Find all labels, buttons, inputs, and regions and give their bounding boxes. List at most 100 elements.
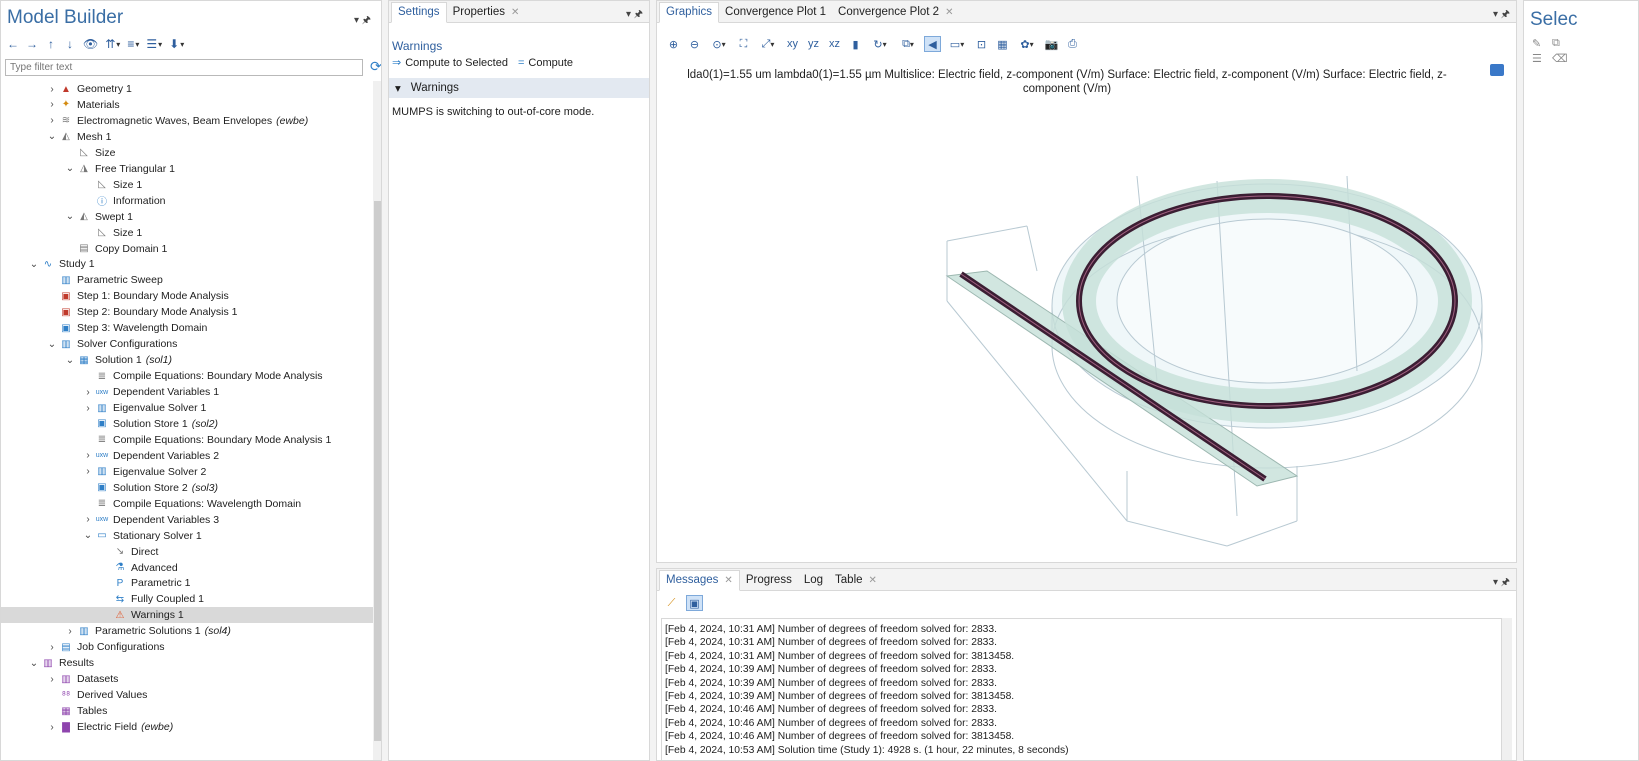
panel-menu-icon[interactable]: ▾ 🖈 xyxy=(1493,7,1510,24)
zoom-out-icon[interactable]: ⊖ xyxy=(686,36,703,52)
tree-node[interactable]: ≣ Compile Equations: Boundary Mode Analys… xyxy=(1,432,332,448)
tree-node[interactable]: ≣ Compile Equations: Boundary Mode Analys… xyxy=(1,368,323,384)
tree-node[interactable]: ⌄ ▦ Solution 1 (sol1) xyxy=(1,352,172,368)
tree-node[interactable]: ▤ Copy Domain 1 xyxy=(1,241,167,257)
tree-node[interactable]: › ▥ Eigenvalue Solver 1 xyxy=(1,400,206,416)
copy-icon[interactable]: ⧉ xyxy=(1552,37,1570,50)
arrow-down-icon[interactable]: ↓ xyxy=(62,35,78,53)
tree-node[interactable]: › uxw Dependent Variables 1 xyxy=(1,384,219,400)
scrollbar-thumb[interactable] xyxy=(374,201,381,741)
tree-node[interactable]: ▣ Solution Store 2 (sol3) xyxy=(1,480,218,496)
tree-filter-input[interactable] xyxy=(5,59,363,76)
chevron-right-icon[interactable]: › xyxy=(45,674,59,685)
chevron-down-icon[interactable]: ⌄ xyxy=(27,658,41,669)
tree-scrollbar[interactable] xyxy=(373,81,381,760)
tree-node[interactable]: ▣ Solution Store 1 (sol2) xyxy=(1,416,218,432)
chevron-right-icon[interactable]: › xyxy=(81,450,95,461)
arrow-left-icon[interactable]: ← xyxy=(5,35,21,53)
tree-node[interactable]: › ≋ Electromagnetic Waves, Beam Envelopes(… xyxy=(1,113,308,129)
tree-node[interactable]: ⇆ Fully Coupled 1 xyxy=(1,591,204,607)
chevron-right-icon[interactable]: › xyxy=(45,115,59,126)
tree-node[interactable]: ⌄ ◮ Free Triangular 1 xyxy=(1,161,175,177)
tree-node[interactable]: ⌄ ▥ Solver Configurations xyxy=(1,336,178,352)
refresh-icon[interactable]: ⟳ xyxy=(370,58,381,75)
tree-node[interactable]: ⚗ Advanced xyxy=(1,560,178,576)
panel-menu-icon[interactable]: ▾ 🖈 xyxy=(354,13,371,30)
close-icon[interactable]: ✕ xyxy=(511,7,519,18)
color-legend-icon[interactable] xyxy=(1490,64,1504,76)
tab-table[interactable]: Table ✕ xyxy=(829,571,883,590)
select-mode-icon[interactable]: ⧉ xyxy=(896,36,920,52)
grid-icon[interactable]: ▦ xyxy=(994,36,1011,52)
chevron-down-icon[interactable]: ⌄ xyxy=(63,211,77,222)
tree-node[interactable]: ▣ Step 1: Boundary Mode Analysis xyxy=(1,288,229,304)
compute-to-selected-button[interactable]: ⇒ Compute to Selected xyxy=(392,56,508,70)
chevron-right-icon[interactable]: › xyxy=(45,642,59,653)
print-icon[interactable]: ⎙ xyxy=(1064,36,1081,52)
tree-node[interactable]: ▣ Step 3: Wavelength Domain xyxy=(1,320,207,336)
list-icon[interactable]: ☰ xyxy=(144,35,164,53)
panel-menu-icon[interactable]: ▾ 🖈 xyxy=(1493,575,1510,592)
scene-icon[interactable]: ⊡ xyxy=(973,36,990,52)
tree-node[interactable]: ◺ Size 1 xyxy=(1,225,142,241)
expand-icon[interactable]: ⇈ xyxy=(103,35,122,53)
zoom-extents-icon[interactable]: ⛶ xyxy=(735,36,752,52)
chevron-right-icon[interactable]: › xyxy=(45,84,59,95)
close-icon[interactable]: ✕ xyxy=(724,575,732,586)
console-icon[interactable]: ▣ xyxy=(686,595,703,611)
tab-messages[interactable]: Messages ✕ xyxy=(659,570,740,591)
view-yz-icon[interactable]: yz xyxy=(805,36,822,52)
tab-log[interactable]: Log xyxy=(798,571,829,590)
tab-convergence-plot-2[interactable]: Convergence Plot 2 ✕ xyxy=(832,3,959,22)
transparency-icon[interactable]: ▭ xyxy=(945,36,969,52)
paste-icon[interactable]: ✎ xyxy=(1532,37,1550,50)
tab-progress[interactable]: Progress xyxy=(740,571,798,590)
chevron-down-icon[interactable]: ⌄ xyxy=(63,163,77,174)
compute-button[interactable]: = Compute xyxy=(518,56,573,69)
tab-graphics[interactable]: Graphics xyxy=(659,2,720,23)
tree-node[interactable]: ▦ Tables xyxy=(1,703,107,719)
pin-icon[interactable]: ⬇ xyxy=(167,35,186,53)
zoom-in-icon[interactable]: ⊕ xyxy=(665,36,682,52)
log-scrollbar[interactable] xyxy=(1502,618,1512,760)
clear-icon[interactable]: ⟋ xyxy=(663,595,680,611)
tree-node[interactable]: ↘ Direct xyxy=(1,544,159,560)
zoom-box-icon[interactable]: ⊙ xyxy=(707,36,731,52)
go-to-view-icon[interactable]: ▮ xyxy=(847,36,864,52)
tree-node[interactable]: › ▲ Geometry 1 xyxy=(1,81,132,97)
chevron-right-icon[interactable]: › xyxy=(81,403,95,414)
tree-node[interactable]: › uxw Dependent Variables 2 xyxy=(1,448,219,464)
close-icon[interactable]: ✕ xyxy=(945,7,953,18)
tree-node[interactable]: ≣ Compile Equations: Wavelength Domain xyxy=(1,496,301,512)
tree-node[interactable]: ⌄ ◭ Mesh 1 xyxy=(1,129,112,145)
collapse-icon[interactable]: ≡ xyxy=(125,35,141,53)
tree-node[interactable]: › ▥ Eigenvalue Solver 2 xyxy=(1,464,206,480)
tree-node[interactable]: ⌄ ∿ Study 1 xyxy=(1,256,95,272)
light-icon[interactable]: ◀ xyxy=(924,36,941,52)
tree-node[interactable]: › ▇ Electric Field (ewbe) xyxy=(1,719,173,735)
chevron-down-icon[interactable]: ⌄ xyxy=(27,259,41,270)
tree-node[interactable]: ▥ Parametric Sweep xyxy=(1,272,163,288)
arrow-up-icon[interactable]: ↑ xyxy=(43,35,59,53)
tree-node[interactable]: P Parametric 1 xyxy=(1,575,191,591)
rotate-icon[interactable]: ↻ xyxy=(868,36,892,52)
tree-node[interactable]: › ▥ Datasets xyxy=(1,671,118,687)
tree-node[interactable]: ◺ Size 1 xyxy=(1,177,142,193)
tree-node[interactable]: ◺ Size xyxy=(1,145,115,161)
tree-node[interactable]: › ▥ Parametric Solutions 1 (sol4) xyxy=(1,623,231,639)
chevron-right-icon[interactable]: › xyxy=(45,99,59,110)
arrow-right-icon[interactable]: → xyxy=(24,35,40,53)
tree-node[interactable]: ⓘ Information xyxy=(1,193,166,209)
tree-node[interactable]: › ✦ Materials xyxy=(1,97,119,113)
chevron-down-icon[interactable]: ⌄ xyxy=(45,131,59,142)
chevron-right-icon[interactable]: › xyxy=(81,514,95,525)
tab-settings[interactable]: Settings xyxy=(391,2,447,23)
chevron-right-icon[interactable]: › xyxy=(45,722,59,733)
render-icon[interactable]: ✿ xyxy=(1015,36,1039,52)
clear-selection-icon[interactable]: ⌫ xyxy=(1552,52,1570,65)
tree-node[interactable]: ⌄ ▭ Stationary Solver 1 xyxy=(1,528,202,544)
tree-node[interactable]: ▣ Step 2: Boundary Mode Analysis 1 xyxy=(1,304,237,320)
list-icon[interactable]: ☰ xyxy=(1532,52,1550,65)
warnings-section-header[interactable]: ▾ Warnings xyxy=(389,78,649,98)
view-xz-icon[interactable]: xz xyxy=(826,36,843,52)
